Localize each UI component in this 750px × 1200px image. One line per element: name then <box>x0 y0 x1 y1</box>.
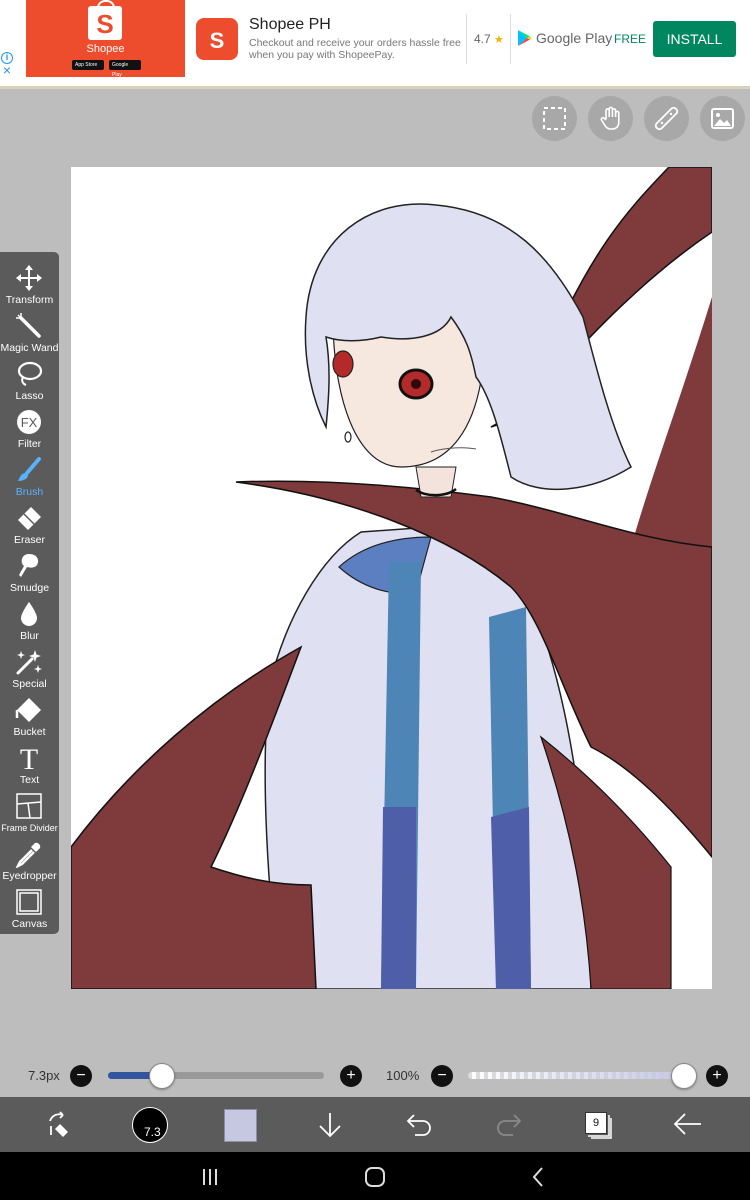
tool-label: Magic Wand <box>0 342 59 354</box>
star-icon: ★ <box>494 34 504 46</box>
opacity-label: 100% <box>386 1068 420 1083</box>
ad-brand-name: Shopee <box>86 43 125 55</box>
brush-icon <box>18 457 41 481</box>
tool-label: Eraser <box>14 534 45 546</box>
image-button[interactable] <box>700 96 745 141</box>
home-icon[interactable] <box>364 1166 386 1188</box>
redo-icon[interactable] <box>495 1111 523 1137</box>
swap-eraser-icon[interactable] <box>46 1111 74 1139</box>
tool-transform[interactable]: Transform <box>0 262 59 310</box>
ad-rating: 4.7 ★ <box>474 32 504 46</box>
tool-magic-wand[interactable]: Magic Wand <box>0 310 59 358</box>
undo-icon[interactable] <box>405 1111 433 1137</box>
opacity-slider[interactable] <box>468 1072 684 1079</box>
hand-button[interactable] <box>588 96 633 141</box>
tool-special[interactable]: Special <box>0 646 59 694</box>
selection-icon <box>543 107 566 130</box>
opacity-increase-button[interactable]: + <box>706 1065 728 1087</box>
app-store-badge: App Store <box>72 60 104 70</box>
bucket-icon <box>15 698 41 722</box>
ad-separator <box>510 14 511 64</box>
brush-size-decrease-button[interactable]: − <box>70 1065 92 1087</box>
recent-apps-icon[interactable] <box>200 1168 220 1186</box>
tool-sidebar: Transform Magic Wand Lasso FX Filter Bru… <box>0 252 59 934</box>
text-glyph: T <box>20 744 38 772</box>
layer-count[interactable]: 9 <box>585 1112 607 1134</box>
system-navigation-bar <box>0 1152 750 1200</box>
ad-description: Checkout and receive your orders hassle … <box>249 37 461 61</box>
selection-button[interactable] <box>532 96 577 141</box>
opacity-slider-handle[interactable] <box>671 1063 697 1089</box>
tool-filter[interactable]: FX Filter <box>0 406 59 454</box>
tool-label: Canvas <box>11 918 48 930</box>
opacity-decrease-button[interactable]: − <box>431 1065 453 1087</box>
ad-banner[interactable]: i × S Shopee App Store Google Play S Sho… <box>0 0 750 89</box>
sparkle-icon <box>16 650 42 675</box>
magic-wand-icon <box>16 313 41 338</box>
tool-lasso[interactable]: Lasso <box>0 358 59 406</box>
drawing-canvas[interactable] <box>71 167 712 989</box>
brush-size-slider[interactable] <box>108 1072 324 1079</box>
transform-icon <box>16 265 42 291</box>
frame-divider-icon <box>16 793 42 819</box>
install-button[interactable]: INSTALL <box>653 21 736 57</box>
google-play-badge: Google Play <box>109 60 141 78</box>
tool-blur[interactable]: Blur <box>0 598 59 646</box>
ad-divider <box>0 86 750 89</box>
tool-label: Smudge <box>9 582 50 594</box>
tool-label: Transform <box>5 294 54 306</box>
tool-label: Blur <box>20 630 39 642</box>
tool-bucket[interactable]: Bucket <box>0 694 59 742</box>
tool-label: Brush <box>15 486 44 498</box>
image-icon <box>711 108 734 129</box>
bottom-toolbar <box>0 1097 750 1152</box>
fx-glyph: FX <box>21 415 38 430</box>
ad-brand-image[interactable]: S Shopee App Store Google Play <box>26 0 185 78</box>
brush-size-badge: 7.3 <box>144 1125 161 1139</box>
ruler-icon <box>654 106 679 131</box>
shopee-bag-logo: S <box>88 0 122 40</box>
ad-title[interactable]: Shopee PH <box>249 16 331 34</box>
tool-smudge[interactable]: Smudge <box>0 550 59 598</box>
ad-close-icon[interactable]: × <box>1 63 13 77</box>
tool-label: Bucket <box>13 726 46 738</box>
canvas-icon <box>16 889 42 915</box>
ad-rating-value: 4.7 <box>474 32 491 46</box>
ad-app-icon[interactable]: S <box>196 18 238 60</box>
tool-label: Eyedropper <box>2 870 57 882</box>
google-play-icon <box>518 30 532 46</box>
tool-label: Frame Divider <box>1 823 58 833</box>
eraser-icon <box>18 507 41 530</box>
tool-label: Filter <box>17 438 42 450</box>
tool-eraser[interactable]: Eraser <box>0 502 59 550</box>
tool-eyedropper[interactable]: Eyedropper <box>0 838 59 886</box>
hand-icon <box>600 106 620 130</box>
tool-label: Special <box>12 678 47 690</box>
text-icon: T <box>20 744 38 772</box>
tool-label: Text <box>19 774 40 786</box>
back-arrow-icon[interactable] <box>672 1111 704 1137</box>
eyedropper-icon <box>15 842 41 868</box>
brush-size-slider-handle[interactable] <box>149 1063 175 1089</box>
tool-frame-divider[interactable]: Frame Divider <box>0 790 59 838</box>
tool-brush[interactable]: Brush <box>0 454 59 502</box>
lasso-icon <box>17 361 43 386</box>
system-back-icon[interactable] <box>530 1166 546 1188</box>
tool-label: Lasso <box>15 390 44 402</box>
ad-store-name: Google Play <box>536 30 613 46</box>
brush-size-increase-button[interactable]: + <box>340 1065 362 1087</box>
fx-icon: FX <box>17 410 41 434</box>
color-picker-button[interactable] <box>224 1109 257 1142</box>
blur-drop-icon <box>21 602 37 626</box>
ruler-button[interactable] <box>644 96 689 141</box>
tool-canvas[interactable]: Canvas <box>0 886 59 934</box>
tool-text[interactable]: T Text <box>0 742 59 790</box>
ad-separator <box>466 14 467 64</box>
smudge-icon <box>19 554 39 577</box>
artwork <box>71 167 712 989</box>
download-arrow-icon[interactable] <box>316 1110 344 1140</box>
ad-price: FREE <box>614 32 647 46</box>
brush-size-label: 7.3px <box>28 1068 60 1083</box>
